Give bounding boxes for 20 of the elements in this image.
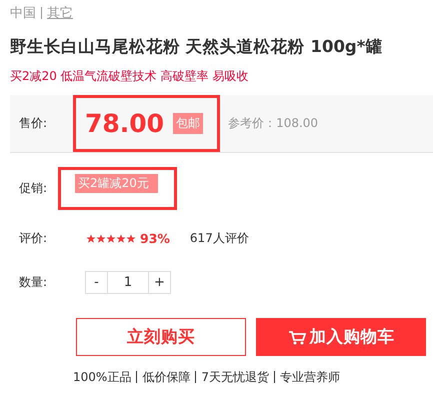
free-shipping-badge: 包邮 bbox=[173, 113, 204, 134]
cart-icon bbox=[288, 330, 306, 344]
quantity-label: 数量: bbox=[18, 274, 48, 291]
review-count: 617人评价 bbox=[190, 230, 249, 247]
price-label: 售价: bbox=[18, 115, 48, 132]
promotion-label: 促销: bbox=[18, 180, 48, 197]
product-subtitle: 买2减20 低温气流破壁技术 高破壁率 易吸收 bbox=[10, 68, 250, 85]
add-to-cart-button[interactable]: 加入购物车 bbox=[256, 318, 426, 356]
buy-now-button[interactable]: 立刻购买 bbox=[76, 318, 246, 356]
price: 78.00 bbox=[85, 109, 164, 138]
guarantee-item: 低价保障 bbox=[136, 371, 196, 383]
product-title: 野生长白山马尾松花粉 天然头道松花粉 100g*罐 bbox=[10, 36, 384, 58]
promotion-tag: 买2罐减20元 bbox=[75, 174, 158, 193]
guarantee-item: 专业营养师 bbox=[274, 371, 345, 383]
guarantee-item: 7天无忧退货 bbox=[195, 371, 274, 383]
breadcrumb-item: 中国 bbox=[10, 5, 36, 22]
guarantee-item: 100%正品 bbox=[72, 371, 132, 383]
reference-price: 参考价：108.00 bbox=[228, 115, 318, 132]
rating-percent: 93% bbox=[140, 231, 170, 246]
rating-label: 评价: bbox=[18, 230, 48, 247]
